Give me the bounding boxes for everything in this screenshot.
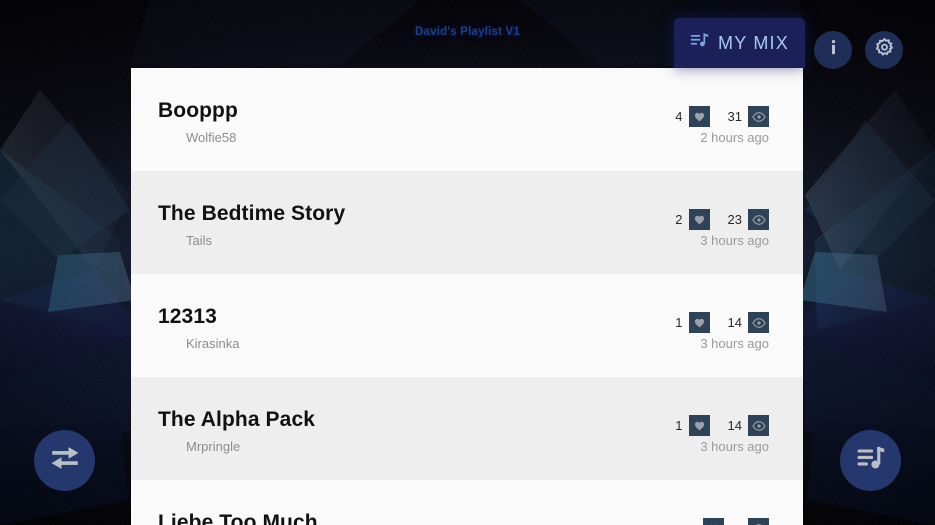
heart-icon[interactable] bbox=[688, 209, 710, 230]
my-mix-label: MY MIX bbox=[718, 32, 789, 53]
info-button[interactable] bbox=[814, 31, 852, 69]
eye-icon[interactable] bbox=[748, 312, 769, 333]
eye-icon[interactable] bbox=[748, 518, 769, 525]
track-artist: Kirasinka bbox=[186, 336, 240, 351]
view-count: 14 bbox=[727, 315, 742, 330]
heart-icon[interactable] bbox=[688, 415, 710, 436]
track-timestamp: 3 hours ago bbox=[700, 439, 769, 454]
eye-icon[interactable] bbox=[748, 106, 769, 127]
app-root: David's Playlist V1 MY MIX Booppp Wolfie… bbox=[0, 0, 935, 525]
heart-icon[interactable] bbox=[688, 106, 710, 127]
like-count: 2 bbox=[675, 212, 683, 227]
track-stats: 4 31 bbox=[675, 106, 769, 127]
track-timestamp: 2 hours ago bbox=[700, 130, 769, 145]
my-mix-button[interactable]: MY MIX bbox=[674, 18, 805, 68]
swap-arrows-icon bbox=[48, 441, 82, 480]
shuffle-button[interactable] bbox=[34, 430, 95, 491]
info-icon bbox=[824, 38, 843, 62]
view-count: 14 bbox=[727, 418, 742, 433]
track-artist: Mrpringle bbox=[186, 439, 241, 454]
track-timestamp: 3 hours ago bbox=[700, 336, 769, 351]
track-title: Booppp bbox=[158, 99, 238, 122]
table-row[interactable]: The Bedtime Story Tails 2 23 3 hours ago bbox=[131, 171, 803, 274]
track-stats: 1 14 bbox=[675, 415, 769, 436]
table-row[interactable]: Liebe Too Much bbox=[131, 480, 803, 525]
gear-icon bbox=[874, 37, 895, 63]
track-title: The Bedtime Story bbox=[158, 202, 346, 225]
settings-button[interactable] bbox=[865, 31, 903, 69]
track-artist: Wolfie58 bbox=[186, 130, 237, 145]
track-stats bbox=[697, 518, 769, 525]
table-row[interactable]: 12313 Kirasinka 1 14 3 hours ago bbox=[131, 274, 803, 377]
view-count: 31 bbox=[727, 109, 742, 124]
track-title: The Alpha Pack bbox=[158, 408, 316, 431]
track-stats: 1 14 bbox=[675, 312, 769, 333]
heart-icon[interactable] bbox=[703, 518, 724, 525]
track-title: Liebe Too Much bbox=[158, 511, 318, 525]
table-row[interactable]: The Alpha Pack Mrpringle 1 14 3 hours ag… bbox=[131, 377, 803, 480]
view-count: 23 bbox=[727, 212, 742, 227]
heart-icon[interactable] bbox=[688, 312, 710, 333]
queue-button[interactable] bbox=[840, 430, 901, 491]
track-stats: 2 23 bbox=[675, 209, 769, 230]
like-count: 4 bbox=[675, 109, 683, 124]
track-artist: Tails bbox=[186, 233, 213, 248]
eye-icon[interactable] bbox=[748, 415, 769, 436]
top-bar: David's Playlist V1 MY MIX bbox=[0, 0, 935, 69]
track-timestamp: 3 hours ago bbox=[700, 233, 769, 248]
track-title: 12313 bbox=[158, 305, 217, 328]
like-count: 1 bbox=[675, 418, 683, 433]
playlist-music-icon bbox=[690, 31, 709, 55]
table-row[interactable]: Booppp Wolfie58 4 31 2 hours ago bbox=[131, 68, 803, 171]
playlist-music-icon bbox=[855, 443, 886, 479]
like-count: 1 bbox=[675, 315, 683, 330]
eye-icon[interactable] bbox=[748, 209, 769, 230]
track-list[interactable]: Booppp Wolfie58 4 31 2 hours ago The Bed… bbox=[131, 68, 803, 525]
